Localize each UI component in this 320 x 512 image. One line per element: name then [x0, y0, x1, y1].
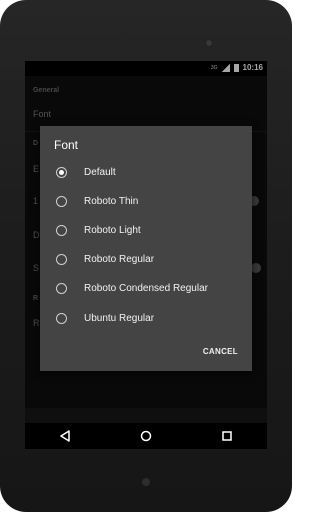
recents-icon: [221, 431, 232, 441]
front-camera: [205, 39, 213, 47]
font-option-default[interactable]: Default: [40, 158, 252, 187]
recents-button[interactable]: [212, 423, 242, 449]
option-label: Roboto Regular: [84, 254, 155, 265]
font-option-roboto-regular[interactable]: Roboto Regular: [40, 245, 252, 274]
tablet-frame: 3G 10:16 General Font D E 1 D S R R Font…: [0, 0, 292, 512]
option-label: Default: [84, 167, 116, 178]
light-sensor: [142, 478, 150, 486]
font-option-roboto-thin[interactable]: Roboto Thin: [40, 187, 252, 216]
radio-selected-icon[interactable]: [56, 167, 67, 178]
dialog-title: Font: [54, 138, 79, 152]
back-button[interactable]: [50, 423, 80, 449]
font-option-ubuntu-regular[interactable]: Ubuntu Regular: [40, 304, 252, 333]
radio-icon[interactable]: [56, 196, 67, 207]
back-icon: [60, 430, 71, 442]
option-label: Roboto Light: [84, 225, 141, 236]
radio-icon[interactable]: [56, 283, 67, 294]
radio-icon[interactable]: [56, 313, 67, 324]
option-label: Roboto Thin: [84, 196, 139, 207]
option-label: Ubuntu Regular: [84, 313, 155, 324]
option-label: Roboto Condensed Regular: [84, 283, 208, 294]
navigation-bar: [25, 423, 267, 449]
font-option-roboto-light[interactable]: Roboto Light: [40, 216, 252, 245]
radio-icon[interactable]: [56, 225, 67, 236]
home-button[interactable]: [131, 423, 161, 449]
cancel-button[interactable]: CANCEL: [203, 347, 238, 356]
radio-icon[interactable]: [56, 254, 67, 265]
home-icon: [140, 430, 152, 442]
font-dialog: Font Default Roboto Thin Roboto Light Ro…: [40, 126, 252, 371]
font-option-roboto-condensed-regular[interactable]: Roboto Condensed Regular: [40, 274, 252, 303]
